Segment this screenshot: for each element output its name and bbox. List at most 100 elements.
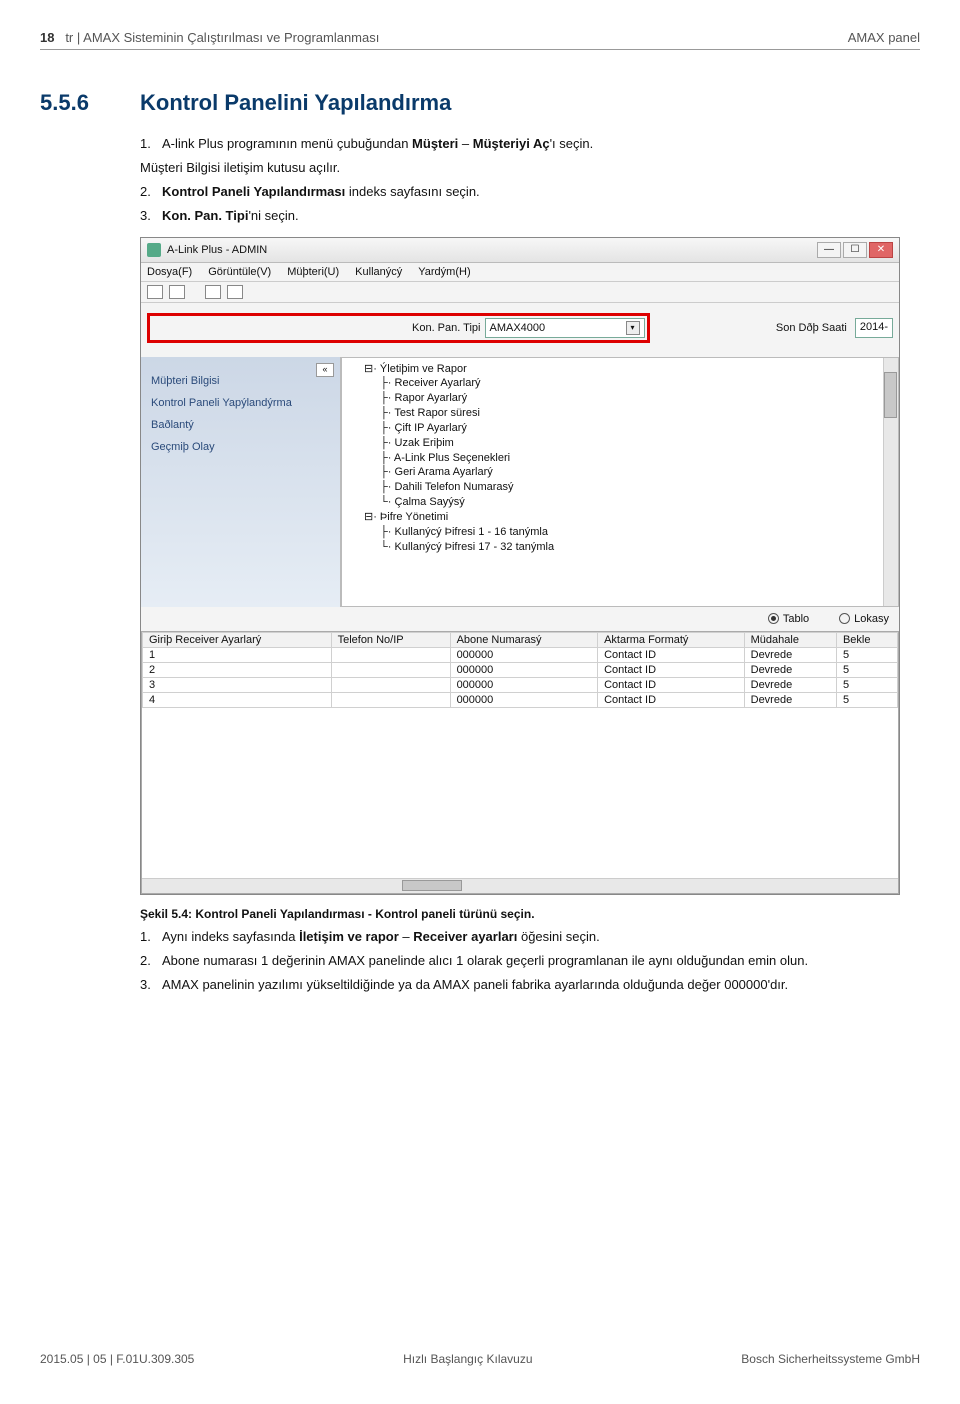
sidebar-item[interactable]: Müþteri Bilgisi <box>151 375 330 387</box>
sidebar-item[interactable]: Geçmiþ Olay <box>151 441 330 453</box>
radio-tablo[interactable]: Tablo <box>768 613 809 625</box>
grid-cell[interactable]: 000000 <box>450 677 598 692</box>
sidebar-item[interactable]: Baðlantý <box>151 419 330 431</box>
steps-before-figure: 1.A-link Plus programının menü çubuğunda… <box>140 134 920 227</box>
grid-header-cell[interactable]: Giriþ Receiver Ayarlarý <box>143 632 332 647</box>
figure-app-window: A-Link Plus - ADMIN — ☐ ✕ Dosya(F) Görünt… <box>140 237 920 895</box>
grid-cell[interactable] <box>331 647 450 662</box>
table-row[interactable]: 3 000000Contact IDDevrede5 <box>143 677 898 692</box>
tree-node[interactable]: ├· Geri Arama Ayarlarý <box>350 465 894 480</box>
menu-item[interactable]: Görüntüle(V) <box>208 266 271 278</box>
window-buttons: — ☐ ✕ <box>817 242 893 258</box>
tree-node[interactable]: ⊟· Þifre Yönetimi <box>350 510 894 525</box>
toolbar <box>141 282 899 303</box>
toolbar-icon-2[interactable] <box>169 285 185 299</box>
close-button[interactable]: ✕ <box>869 242 893 258</box>
grid-cell[interactable]: Devrede <box>744 662 836 677</box>
minimize-button[interactable]: — <box>817 242 841 258</box>
grid-cell[interactable]: Contact ID <box>598 647 745 662</box>
scroll-thumb[interactable] <box>884 372 897 418</box>
grid-cell[interactable]: 5 <box>836 662 897 677</box>
tree-node[interactable]: ├· Receiver Ayarlarý <box>350 376 894 391</box>
tree-node[interactable]: ├· Uzak Eriþim <box>350 436 894 451</box>
toolbar-icon-3[interactable] <box>205 285 221 299</box>
radio-row: Tablo Lokasy <box>141 607 899 631</box>
grid-cell[interactable]: Devrede <box>744 647 836 662</box>
tree-scrollbar[interactable] <box>883 358 898 606</box>
last-update-label: Son Dðþ Saati <box>776 322 847 334</box>
grid-header-cell[interactable]: Bekle <box>836 632 897 647</box>
figure-caption: Şekil 5.4: Kontrol Paneli Yapılandırması… <box>140 907 920 921</box>
step-line: 3.Kon. Pan. Tipi'ni seçin. <box>140 206 920 226</box>
collapse-icon[interactable]: « <box>316 363 334 377</box>
grid-cell[interactable]: Devrede <box>744 677 836 692</box>
section-title: Kontrol Panelini Yapılandırma <box>140 90 451 116</box>
grid-cell[interactable]: 3 <box>143 677 332 692</box>
table-row[interactable]: 1 000000Contact IDDevrede5 <box>143 647 898 662</box>
combo-value: AMAX4000 <box>490 322 546 334</box>
grid-cell[interactable]: Contact ID <box>598 662 745 677</box>
footer-center: Hızlı Başlangıç Kılavuzu <box>403 1352 532 1366</box>
tree-node[interactable]: ├· Kullanýcý Þifresi 1 - 16 tanýmla <box>350 525 894 540</box>
grid-cell[interactable]: 4 <box>143 692 332 707</box>
grid-cell[interactable]: 000000 <box>450 662 598 677</box>
menu-item[interactable]: Kullanýcý <box>355 266 402 278</box>
window-title: A-Link Plus - ADMIN <box>167 244 267 256</box>
tree-node[interactable]: └· Kullanýcý Þifresi 17 - 32 tanýmla <box>350 540 894 555</box>
step-line: 1.Aynı indeks sayfasında İletişim ve rap… <box>140 927 920 947</box>
app-window: A-Link Plus - ADMIN — ☐ ✕ Dosya(F) Görünt… <box>140 237 900 895</box>
panel-type-combo[interactable]: AMAX4000 ▾ <box>485 318 645 338</box>
toolbar-icon-4[interactable] <box>227 285 243 299</box>
grid-cell[interactable]: 5 <box>836 647 897 662</box>
table-row[interactable]: 4 000000Contact IDDevrede5 <box>143 692 898 707</box>
chevron-down-icon[interactable]: ▾ <box>626 321 640 335</box>
config-tree[interactable]: ⊟· Ýletiþim ve Rapor├· Receiver Ayarlarý… <box>341 357 899 607</box>
grid-cell[interactable]: 5 <box>836 692 897 707</box>
tree-node[interactable]: ⊟· Ýletiþim ve Rapor <box>350 362 894 377</box>
grid-cell[interactable]: 000000 <box>450 647 598 662</box>
grid-header-cell[interactable]: Telefon No/IP <box>331 632 450 647</box>
table-row[interactable]: 2 000000Contact IDDevrede5 <box>143 662 898 677</box>
grid-cell[interactable]: 5 <box>836 677 897 692</box>
tree-node[interactable]: ├· Çift IP Ayarlarý <box>350 421 894 436</box>
grid-cell[interactable] <box>331 662 450 677</box>
tree-node[interactable]: ├· A-Link Plus Seçenekleri <box>350 451 894 466</box>
grid-cell[interactable] <box>331 677 450 692</box>
menu-item[interactable]: Yardým(H) <box>418 266 470 278</box>
radio-tablo-label: Tablo <box>783 613 809 625</box>
grid-cell[interactable]: 1 <box>143 647 332 662</box>
grid-cell[interactable]: Devrede <box>744 692 836 707</box>
grid-cell[interactable]: Contact ID <box>598 692 745 707</box>
tree-node[interactable]: └· Çalma Sayýsý <box>350 495 894 510</box>
grid-cell[interactable]: 2 <box>143 662 332 677</box>
page-footer: 2015.05 | 05 | F.01U.309.305 Hızlı Başla… <box>40 1352 920 1366</box>
grid-cell[interactable]: 000000 <box>450 692 598 707</box>
toolbar-icon-1[interactable] <box>147 285 163 299</box>
left-sidebar: « Müþteri Bilgisi Kontrol Paneli Yapýland… <box>141 357 341 607</box>
page-number: 18 <box>40 30 54 45</box>
tree-node[interactable]: ├· Rapor Ayarlarý <box>350 391 894 406</box>
menu-item[interactable]: Müþteri(U) <box>287 266 339 278</box>
header-right: AMAX panel <box>848 30 920 45</box>
radio-lokasy[interactable]: Lokasy <box>839 613 889 625</box>
maximize-button[interactable]: ☐ <box>843 242 867 258</box>
grid-cell[interactable]: Contact ID <box>598 677 745 692</box>
grid-empty-area <box>142 708 898 878</box>
highlighted-panel-type: Kon. Pan. Tipi AMAX4000 ▾ <box>147 313 650 343</box>
grid-cell[interactable] <box>331 692 450 707</box>
receiver-grid[interactable]: Giriþ Receiver AyarlarýTelefon No/IPAbon… <box>141 631 899 894</box>
tree-node[interactable]: ├· Dahili Telefon Numarasý <box>350 480 894 495</box>
date-field[interactable]: 2014- <box>855 318 893 338</box>
hscroll-thumb[interactable] <box>402 880 462 891</box>
sidebar-item[interactable]: Kontrol Paneli Yapýlandýrma <box>151 397 330 409</box>
page-header: 18 tr | AMAX Sisteminin Çalıştırılması v… <box>40 30 920 50</box>
footer-left: 2015.05 | 05 | F.01U.309.305 <box>40 1352 194 1366</box>
menu-item[interactable]: Dosya(F) <box>147 266 192 278</box>
grid-header-cell[interactable]: Müdahale <box>744 632 836 647</box>
tree-node[interactable]: ├· Test Rapor süresi <box>350 406 894 421</box>
grid-header-cell[interactable]: Aktarma Formatý <box>598 632 745 647</box>
grid-hscroll[interactable] <box>142 878 898 893</box>
grid-header-cell[interactable]: Abone Numarasý <box>450 632 598 647</box>
step-line: 3.AMAX panelinin yazılımı yükseltildiğin… <box>140 975 920 995</box>
toolbar-spacer <box>191 285 199 299</box>
